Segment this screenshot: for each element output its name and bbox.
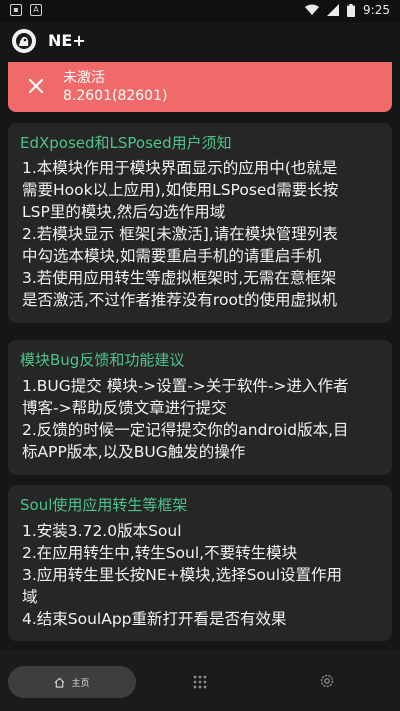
card-line: 标APP版本,以及BUG触发的操作 — [22, 443, 246, 461]
info-card-xposed: EdXposed和LSPosed用户须知 1.本模块作用于模块界面显示的应用中(… — [8, 123, 392, 323]
nav-home-tab[interactable]: 主页 — [8, 666, 136, 698]
card-line: 2.在应用转生中,转生Soul,不要转生模块 — [22, 544, 298, 562]
activation-status-text: 未激活 — [63, 70, 105, 86]
info-card-soul: Soul使用应用转生等框架 1.安装3.72.0版本Soul 2.在应用转生中,… — [8, 485, 392, 641]
notification-icons: ▪ A — [10, 4, 42, 16]
app-title: NE+ — [48, 31, 86, 50]
grid-dots-icon[interactable] — [192, 674, 208, 690]
card-line: 1.BUG提交 模块->设置->关于软件->进入作者 — [22, 377, 349, 395]
card-line: 1.安装3.72.0版本Soul — [22, 522, 182, 540]
card-body: 1.安装3.72.0版本Soul 2.在应用转生中,转生Soul,不要转生模块 … — [22, 520, 384, 630]
app-notification-icon: A — [30, 4, 42, 16]
card-body: 1.本模块作用于模块界面显示的应用中(也就是 需要Hook以上应用),如使用LS… — [22, 157, 384, 311]
card-line: 需要Hook以上应用),如使用LSPosed需要长按 — [22, 181, 339, 199]
module-version-text: 8.2601(82601) — [63, 88, 168, 104]
card-line: 4.结束SoulApp重新打开看是否有效果 — [22, 610, 287, 628]
signal-icon — [327, 4, 340, 16]
card-line: 3.应用转生里长按NE+模块,选择Soul设置作用 — [22, 566, 343, 584]
card-title: 模块Bug反馈和功能建议 — [20, 351, 185, 369]
system-icons: 9:25 — [305, 3, 390, 17]
card-line: 是否激活,不过作者推荐没有root的使用虚拟机 — [22, 291, 338, 309]
card-body: 1.BUG提交 模块->设置->关于软件->进入作者 博客->帮助反馈文章进行提… — [22, 375, 384, 463]
home-icon — [55, 677, 65, 688]
app-bar: NE+ — [0, 22, 400, 60]
gear-icon[interactable] — [319, 673, 335, 689]
card-line: 域 — [22, 588, 38, 606]
card-line: 3.若使用应用转生等虚拟框架时,无需在意框架 — [22, 269, 337, 287]
wifi-icon — [305, 4, 320, 15]
app-logo-icon — [12, 29, 36, 53]
card-line: 1.本模块作用于模块界面显示的应用中(也就是 — [22, 159, 338, 177]
status-time: 9:25 — [363, 3, 390, 17]
card-title: EdXposed和LSPosed用户须知 — [20, 134, 232, 152]
battery-icon — [347, 3, 356, 17]
info-card-feedback: 模块Bug反馈和功能建议 1.BUG提交 模块->设置->关于软件->进入作者 … — [8, 340, 392, 475]
card-line: LSP里的模块,然后勾选作用域 — [22, 203, 226, 221]
close-icon — [28, 78, 44, 94]
notification-icon: ▪ — [10, 4, 22, 16]
card-title: Soul使用应用转生等框架 — [20, 496, 188, 514]
card-line: 2.若模块显示 框架[未激活],请在模块管理列表 — [22, 225, 338, 243]
bottom-navigation: 主页 — [0, 650, 400, 711]
card-line: 2.反馈的时候一定记得提交你的android版本,目 — [22, 421, 349, 439]
card-line: 中勾选本模块,如需要重启手机的请重启手机 — [22, 247, 322, 265]
nav-home-label: 主页 — [71, 678, 90, 689]
activation-status-banner[interactable]: 未激活 8.2601(82601) — [8, 62, 392, 112]
status-bar: ▪ A 9:25 — [0, 0, 400, 22]
card-line: 博客->帮助反馈文章进行提交 — [22, 399, 227, 417]
